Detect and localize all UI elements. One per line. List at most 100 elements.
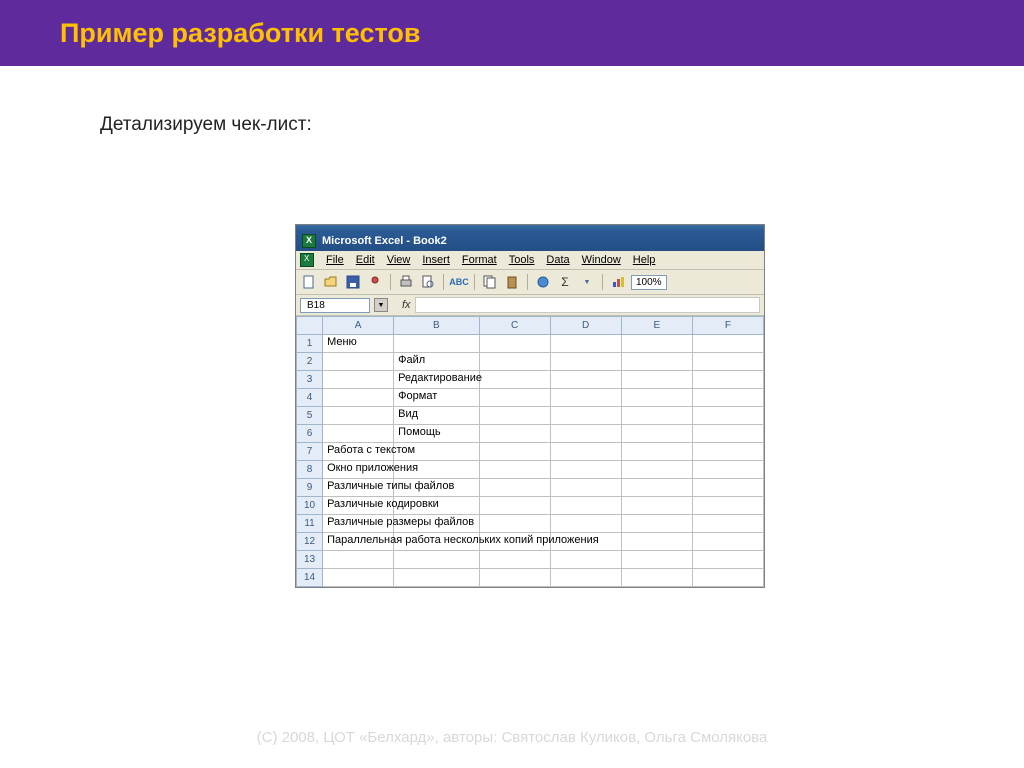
cell[interactable]: [550, 335, 621, 353]
cell[interactable]: [692, 461, 763, 479]
cell[interactable]: [621, 425, 692, 443]
cell[interactable]: Вид: [394, 407, 479, 425]
cell[interactable]: [621, 371, 692, 389]
col-header-C[interactable]: C: [479, 317, 550, 335]
cell[interactable]: [621, 551, 692, 569]
cell[interactable]: [621, 461, 692, 479]
cell[interactable]: [479, 371, 550, 389]
cell[interactable]: [621, 389, 692, 407]
row-header[interactable]: 9: [297, 479, 323, 497]
cell[interactable]: [550, 515, 621, 533]
cell[interactable]: [323, 407, 394, 425]
cell[interactable]: [550, 551, 621, 569]
col-header-A[interactable]: A: [323, 317, 394, 335]
cell[interactable]: Редактирование: [394, 371, 479, 389]
row-header[interactable]: 6: [297, 425, 323, 443]
row-header[interactable]: 7: [297, 443, 323, 461]
cell[interactable]: [323, 389, 394, 407]
print-icon[interactable]: [397, 273, 415, 291]
cell[interactable]: [692, 371, 763, 389]
permission-icon[interactable]: [366, 273, 384, 291]
autosum-icon[interactable]: Σ: [556, 273, 574, 291]
row-header[interactable]: 5: [297, 407, 323, 425]
row-header[interactable]: 8: [297, 461, 323, 479]
cell[interactable]: [550, 425, 621, 443]
cell[interactable]: [323, 353, 394, 371]
menu-insert[interactable]: Insert: [422, 254, 450, 266]
cell[interactable]: [692, 425, 763, 443]
cell[interactable]: [550, 461, 621, 479]
row-header[interactable]: 3: [297, 371, 323, 389]
cell[interactable]: Окно приложения: [323, 461, 394, 479]
spreadsheet-grid[interactable]: A B C D E F 1Меню 2Файл 3Редактирование …: [296, 316, 764, 587]
menu-help[interactable]: Help: [633, 254, 656, 266]
menu-edit[interactable]: Edit: [356, 254, 375, 266]
hyperlink-icon[interactable]: [534, 273, 552, 291]
cell[interactable]: [550, 479, 621, 497]
cell[interactable]: [323, 425, 394, 443]
cell[interactable]: [621, 479, 692, 497]
menu-tools[interactable]: Tools: [509, 254, 535, 266]
new-icon[interactable]: [300, 273, 318, 291]
cell[interactable]: [692, 479, 763, 497]
cell[interactable]: Работа с текстом: [323, 443, 394, 461]
cell[interactable]: [394, 335, 479, 353]
menu-window[interactable]: Window: [582, 254, 621, 266]
cell[interactable]: [692, 389, 763, 407]
cell[interactable]: [479, 425, 550, 443]
cell[interactable]: [479, 407, 550, 425]
row-header[interactable]: 4: [297, 389, 323, 407]
cell[interactable]: [550, 569, 621, 587]
cell[interactable]: [692, 515, 763, 533]
cell[interactable]: Помощь: [394, 425, 479, 443]
cell[interactable]: [621, 515, 692, 533]
cell[interactable]: Различные размеры файлов: [323, 515, 394, 533]
col-header-D[interactable]: D: [550, 317, 621, 335]
row-header[interactable]: 13: [297, 551, 323, 569]
name-box-dropdown-icon[interactable]: ▼: [374, 298, 388, 312]
cell[interactable]: [479, 497, 550, 515]
menu-format[interactable]: Format: [462, 254, 497, 266]
cell[interactable]: [479, 461, 550, 479]
cell[interactable]: [692, 335, 763, 353]
cell[interactable]: [621, 335, 692, 353]
row-header[interactable]: 14: [297, 569, 323, 587]
cell[interactable]: [621, 497, 692, 515]
cell[interactable]: [692, 551, 763, 569]
cell[interactable]: [621, 353, 692, 371]
cell[interactable]: [394, 569, 479, 587]
row-header[interactable]: 1: [297, 335, 323, 353]
select-all-corner[interactable]: [297, 317, 323, 335]
cell[interactable]: [479, 569, 550, 587]
cell[interactable]: [692, 353, 763, 371]
cell[interactable]: [692, 407, 763, 425]
doc-control-icon[interactable]: [300, 253, 314, 267]
menu-file[interactable]: File: [326, 254, 344, 266]
menu-data[interactable]: Data: [546, 254, 569, 266]
cell[interactable]: Параллельная работа нескольких копий при…: [323, 533, 394, 551]
spelling-icon[interactable]: ABC: [450, 273, 468, 291]
col-header-E[interactable]: E: [621, 317, 692, 335]
cell[interactable]: [479, 443, 550, 461]
row-header[interactable]: 10: [297, 497, 323, 515]
cell[interactable]: [479, 389, 550, 407]
cell[interactable]: [323, 551, 394, 569]
paste-icon[interactable]: [503, 273, 521, 291]
cell[interactable]: Различные кодировки: [323, 497, 394, 515]
save-icon[interactable]: [344, 273, 362, 291]
cell[interactable]: [479, 479, 550, 497]
cell[interactable]: [550, 371, 621, 389]
dropdown-icon[interactable]: ▼: [578, 273, 596, 291]
col-header-F[interactable]: F: [692, 317, 763, 335]
cell[interactable]: Файл: [394, 353, 479, 371]
fx-label[interactable]: fx: [402, 299, 411, 311]
cell[interactable]: [621, 443, 692, 461]
cell[interactable]: [550, 353, 621, 371]
cell[interactable]: [692, 497, 763, 515]
cell[interactable]: [621, 533, 692, 551]
cell[interactable]: Формат: [394, 389, 479, 407]
menu-view[interactable]: View: [387, 254, 411, 266]
print-preview-icon[interactable]: [419, 273, 437, 291]
zoom-box[interactable]: 100%: [631, 275, 667, 290]
cell[interactable]: [550, 443, 621, 461]
